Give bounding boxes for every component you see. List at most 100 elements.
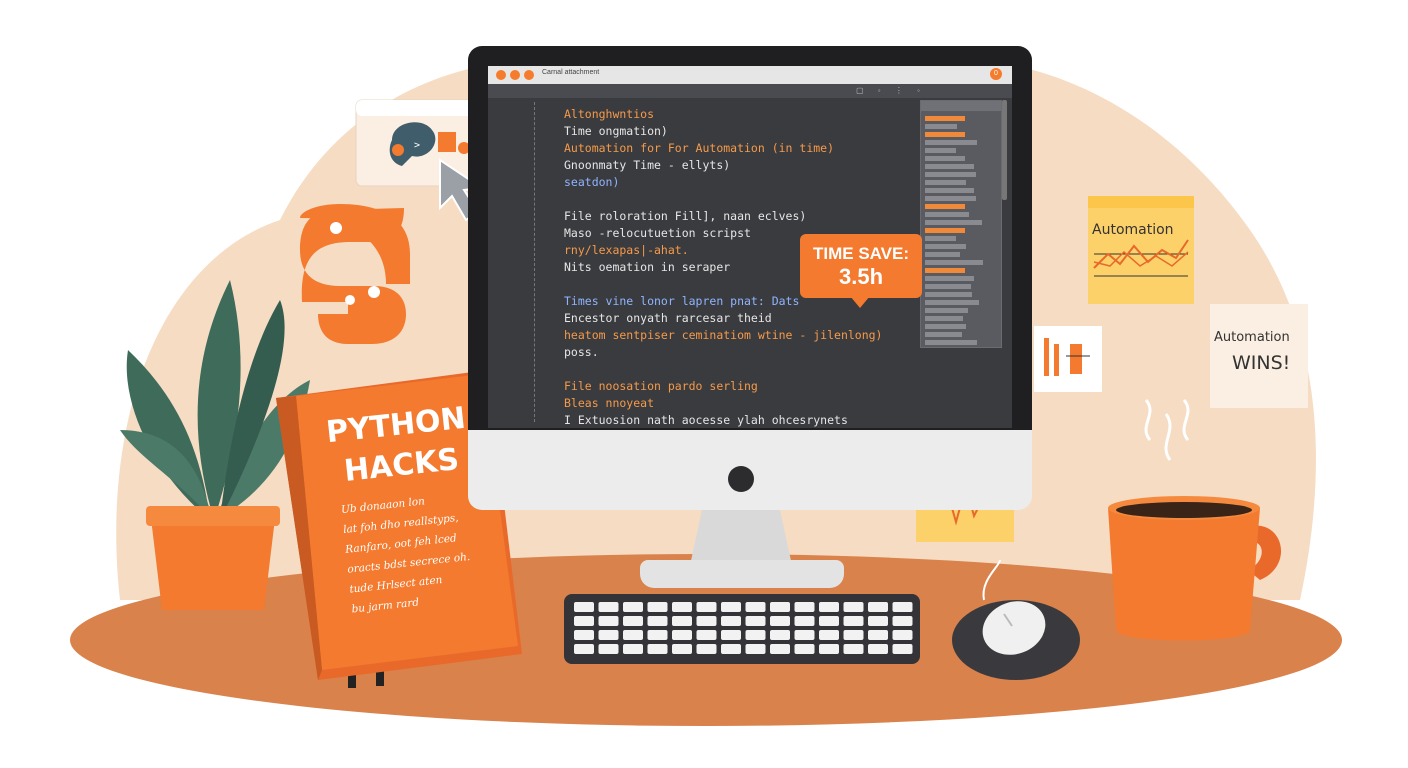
callout-label: TIME SAVE: (800, 244, 922, 264)
keyboard-key (721, 602, 741, 612)
editor-gutter (534, 102, 537, 422)
keyboard-key (770, 616, 790, 626)
code-line: seatdon) (564, 174, 894, 191)
chart-note-icon (1088, 196, 1194, 304)
keyboard-key (844, 616, 864, 626)
window-menu-button[interactable]: 0 (990, 68, 1002, 80)
monitor-stand-base (640, 560, 844, 588)
keyboard-key (868, 644, 888, 654)
keyboard-key (697, 644, 717, 654)
panel-row[interactable] (925, 204, 965, 209)
keyboard-key (623, 644, 643, 654)
minimize-dot-icon[interactable] (510, 70, 520, 80)
code-line (564, 191, 894, 208)
keyboard-key (844, 644, 864, 654)
panel-row[interactable] (925, 140, 977, 145)
keyboard-key (648, 630, 668, 640)
keyboard-key (746, 630, 766, 640)
keyboard-key (672, 616, 692, 626)
panel-row[interactable] (925, 196, 976, 201)
side-panel (920, 100, 1002, 348)
keyboard-key (893, 602, 913, 612)
keyboard-key (893, 644, 913, 654)
panel-row[interactable] (925, 316, 963, 321)
keyboard-key (795, 630, 815, 640)
panel-row[interactable] (925, 308, 968, 313)
panel-row[interactable] (925, 284, 971, 289)
keyboard-key (599, 616, 619, 626)
panel-row[interactable] (925, 268, 965, 273)
keyboard-key (795, 644, 815, 654)
panel-row[interactable] (925, 156, 965, 161)
panel-row[interactable] (925, 244, 966, 249)
keyboard-key (844, 630, 864, 640)
keyboard-key (770, 644, 790, 654)
code-line (564, 361, 894, 378)
code-line: Encestor onyath rarcesar theid (564, 310, 894, 327)
code-line: heatom sentpiser ceminatiom wtine - jile… (564, 327, 894, 344)
monitor-logo-dot (728, 466, 754, 492)
close-dot-icon[interactable] (496, 70, 506, 80)
panel-row[interactable] (925, 164, 974, 169)
keyboard-key (648, 644, 668, 654)
panel-row[interactable] (925, 228, 965, 233)
callout-tail (850, 296, 870, 308)
keyboard-key (770, 630, 790, 640)
keyboard-key (868, 616, 888, 626)
keyboard-key (819, 644, 839, 654)
keyboard-key (746, 602, 766, 612)
keyboard-key (623, 602, 643, 612)
panel-row[interactable] (925, 148, 956, 153)
panel-row[interactable] (925, 292, 972, 297)
callout-value: 3.5h (800, 264, 922, 290)
panel-row[interactable] (925, 332, 962, 337)
keyboard-key (721, 630, 741, 640)
keyboard-key (574, 644, 594, 654)
code-line: poss. (564, 344, 894, 361)
panel-row[interactable] (925, 188, 974, 193)
keyboard-key (795, 602, 815, 612)
panel-row[interactable] (925, 172, 976, 177)
keyboard-key (599, 644, 619, 654)
keyboard-key (623, 630, 643, 640)
code-editor-window: Carnal attachment 0 ▢ ◦ ⋮ ◦ Altonghwntio… (488, 66, 1012, 428)
keyboard-icon (564, 594, 920, 664)
code-line: Altonghwntios (564, 106, 894, 123)
panel-row[interactable] (925, 324, 966, 329)
editor-toolbar: ▢ ◦ ⋮ ◦ (488, 84, 1012, 98)
keyboard-key (574, 602, 594, 612)
side-panel-header (921, 101, 1001, 111)
keyboard-key (623, 616, 643, 626)
code-line: I Extuosion nath aocesse ylah ohcesrynet… (564, 412, 894, 428)
keyboard-key (599, 630, 619, 640)
panel-row[interactable] (925, 116, 965, 121)
keyboard-key (648, 616, 668, 626)
panel-row[interactable] (925, 252, 960, 257)
toolbar-icons[interactable]: ▢ ◦ ⋮ ◦ (856, 86, 926, 95)
svg-text:>: > (414, 140, 420, 151)
editor-titlebar: Carnal attachment 0 (488, 66, 1012, 84)
keyboard-key (672, 630, 692, 640)
panel-row[interactable] (925, 180, 966, 185)
panel-row[interactable] (925, 340, 977, 345)
panel-row[interactable] (925, 132, 965, 137)
keyboard-key (868, 630, 888, 640)
panel-row[interactable] (925, 212, 969, 217)
panel-row[interactable] (925, 124, 957, 129)
keyboard-key (819, 602, 839, 612)
panel-row[interactable] (925, 276, 974, 281)
keyboard-key (599, 602, 619, 612)
keyboard-key (819, 630, 839, 640)
keyboard-key (697, 616, 717, 626)
editor-title: Carnal attachment (542, 69, 599, 76)
keyboard-key (746, 616, 766, 626)
panel-row[interactable] (925, 220, 982, 225)
panel-row[interactable] (925, 236, 956, 241)
keyboard-key (819, 616, 839, 626)
keyboard-key (697, 602, 717, 612)
maximize-dot-icon[interactable] (524, 70, 534, 80)
editor-scrollbar[interactable] (1002, 100, 1007, 200)
panel-row[interactable] (925, 300, 979, 305)
panel-row[interactable] (925, 260, 983, 265)
keyboard-key (795, 616, 815, 626)
